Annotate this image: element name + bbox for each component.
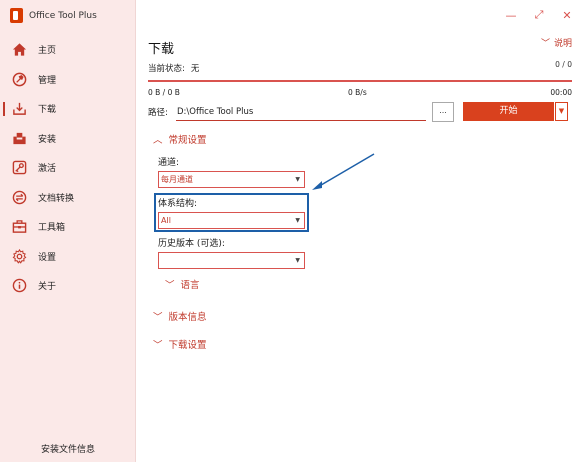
download-speed: 0 B/s [348, 88, 367, 97]
app-title-text: Office Tool Plus [29, 10, 97, 21]
path-label: 路径: [148, 108, 168, 118]
section-title: 版本信息 [168, 312, 207, 323]
section-title: 常规设置 [168, 135, 207, 146]
start-button[interactable]: 开始 [463, 102, 554, 121]
caret-down-icon: ▼ [558, 107, 565, 115]
highlight-box [154, 193, 309, 232]
app-title: Office Tool Plus [10, 8, 97, 23]
version-select[interactable]: ▼ [158, 252, 305, 269]
sidebar-item-label: 文档转换 [38, 193, 75, 204]
chevron-up-icon: ︿ [153, 135, 163, 146]
caret-down-icon: ▼ [295, 257, 300, 264]
home-icon [12, 42, 27, 57]
chevron-down-icon: ﹀ [165, 280, 175, 291]
install-file-info-link[interactable]: 安装文件信息 [0, 442, 136, 455]
sidebar-item-home[interactable]: 主页 [0, 35, 136, 65]
download-icon [12, 101, 27, 116]
sidebar-item-label: 激活 [38, 164, 57, 175]
path-input[interactable] [176, 103, 426, 121]
general-settings-header[interactable]: ︿ 常规设置 [153, 132, 207, 146]
section-title: 语言 [180, 280, 200, 291]
office-logo-icon [10, 8, 23, 23]
progress-count: 0 / 0 [555, 60, 572, 69]
chevron-down-icon: ﹀ [153, 312, 163, 323]
sidebar-nav: 主页 管理 下载 安装 激活 文档转换 工具箱 设置 关于 [0, 35, 136, 301]
convert-icon [12, 190, 27, 205]
bytes-downloaded: 0 B / 0 B [148, 88, 180, 97]
sidebar-item-about[interactable]: 关于 [0, 271, 136, 301]
page-title: 下载 [148, 42, 175, 57]
annotation-arrow [312, 153, 375, 190]
sidebar-item-install[interactable]: 安装 [0, 124, 136, 154]
sidebar-item-label: 管理 [38, 75, 57, 86]
progress-bar [148, 80, 572, 82]
sidebar-item-convert[interactable]: 文档转换 [0, 183, 136, 213]
status-row: 当前状态: 无 [148, 62, 199, 74]
sidebar-item-label: 下载 [38, 105, 57, 116]
sidebar: Office Tool Plus 主页 管理 下载 安装 激活 文档转换 工具箱… [0, 0, 136, 462]
channel-select[interactable]: 每月通道 ▼ [158, 171, 305, 188]
sidebar-item-toolbox[interactable]: 工具箱 [0, 212, 136, 242]
language-header[interactable]: ﹀ 语言 [165, 277, 200, 291]
install-icon [12, 131, 27, 146]
download-settings-header[interactable]: ﹀ 下载设置 [153, 337, 207, 351]
chevron-down-icon: ﹀ [540, 39, 550, 49]
manage-icon [12, 72, 27, 87]
browse-button[interactable]: ... [432, 102, 454, 122]
version-info-header[interactable]: ﹀ 版本信息 [153, 309, 207, 323]
gear-icon [12, 248, 27, 264]
toolbox-icon [12, 219, 27, 234]
sidebar-item-label: 主页 [38, 46, 57, 57]
chevron-down-icon: ﹀ [153, 340, 163, 351]
info-icon [12, 278, 27, 293]
channel-label: 通道: [158, 158, 180, 168]
path-row: 路径: ... [148, 102, 454, 122]
sidebar-item-settings[interactable]: 设置 [0, 242, 136, 272]
sidebar-item-label: 工具箱 [38, 223, 66, 234]
key-icon [12, 160, 27, 175]
sidebar-item-activate[interactable]: 激活 [0, 153, 136, 183]
channel-value: 每月通道 [161, 175, 193, 184]
sidebar-item-label: 关于 [38, 282, 57, 293]
sidebar-item-label: 设置 [38, 252, 57, 263]
status-label: 当前状态: [148, 64, 185, 74]
sidebar-item-download[interactable]: 下载 [0, 94, 136, 124]
sidebar-item-manage[interactable]: 管理 [0, 65, 136, 95]
help-link[interactable]: ﹀ 说明 [541, 36, 572, 49]
help-label: 说明 [553, 39, 572, 49]
elapsed-time: 00:00 [550, 88, 572, 97]
sidebar-item-label: 安装 [38, 134, 57, 145]
start-dropdown-button[interactable]: ▼ [555, 102, 568, 121]
status-value: 无 [190, 64, 200, 74]
version-label: 历史版本 (可选): [158, 239, 225, 249]
section-title: 下载设置 [168, 340, 207, 351]
